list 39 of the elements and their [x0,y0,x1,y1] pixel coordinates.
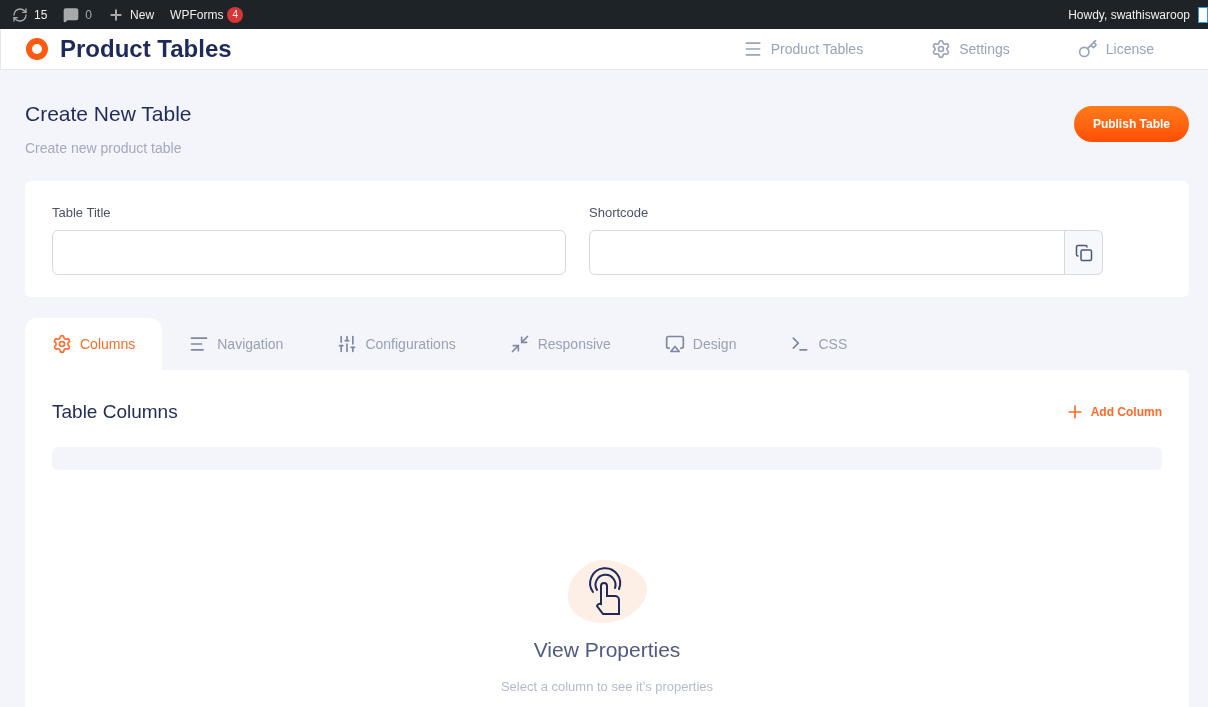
tab[interactable]: Design [637,318,764,370]
header-nav-link[interactable]: Product Tables [742,38,864,60]
comments-link[interactable]: 0 [63,5,93,24]
logo-icon [26,38,48,60]
lines-icon [189,334,210,354]
updates-link[interactable]: 15 [12,5,48,24]
greeting-link[interactable]: Howdy, swathiswaroop [1068,5,1190,24]
publish-button[interactable]: Publish Table [1073,106,1189,142]
page-title: Create New Table [25,101,192,127]
app-title: Product Tables [60,34,232,64]
copy-button[interactable] [1065,230,1103,275]
field-label: Table Title [52,203,112,222]
header-nav-link[interactable]: License [1077,38,1154,60]
copy-icon [1074,243,1093,262]
refresh-icon [12,6,28,23]
gear-icon [931,39,952,59]
sliders-icon [337,334,358,354]
tab[interactable]: Navigation [162,318,311,370]
notification-count: 4 [227,6,244,23]
table-title-field[interactable] [52,230,566,275]
empty-state-title: View Properties [533,636,681,663]
key-icon [1077,39,1098,59]
panel-title: Table Columns [52,400,178,424]
shortcode-field[interactable] [589,230,1065,275]
new-link[interactable]: New [108,5,155,24]
empty-state-text: Select a column to see it’s properties [500,678,714,696]
gear-icon [52,334,72,354]
page-subtitle: Create new product table [25,138,183,158]
tab[interactable]: Columns [25,318,163,370]
tab[interactable]: Configurations [310,318,483,370]
screen-icon [664,334,685,354]
field-label: Shortcode [589,203,650,222]
wpforms-link[interactable]: WPForms [170,5,224,24]
header-nav-link[interactable]: Settings [931,38,1010,60]
tab[interactable]: CSS [763,318,875,370]
add-column-button[interactable]: Add Column [1064,402,1162,423]
tab[interactable]: Responsive [482,318,638,370]
comment-icon [63,6,80,23]
shrink-icon [509,334,530,354]
